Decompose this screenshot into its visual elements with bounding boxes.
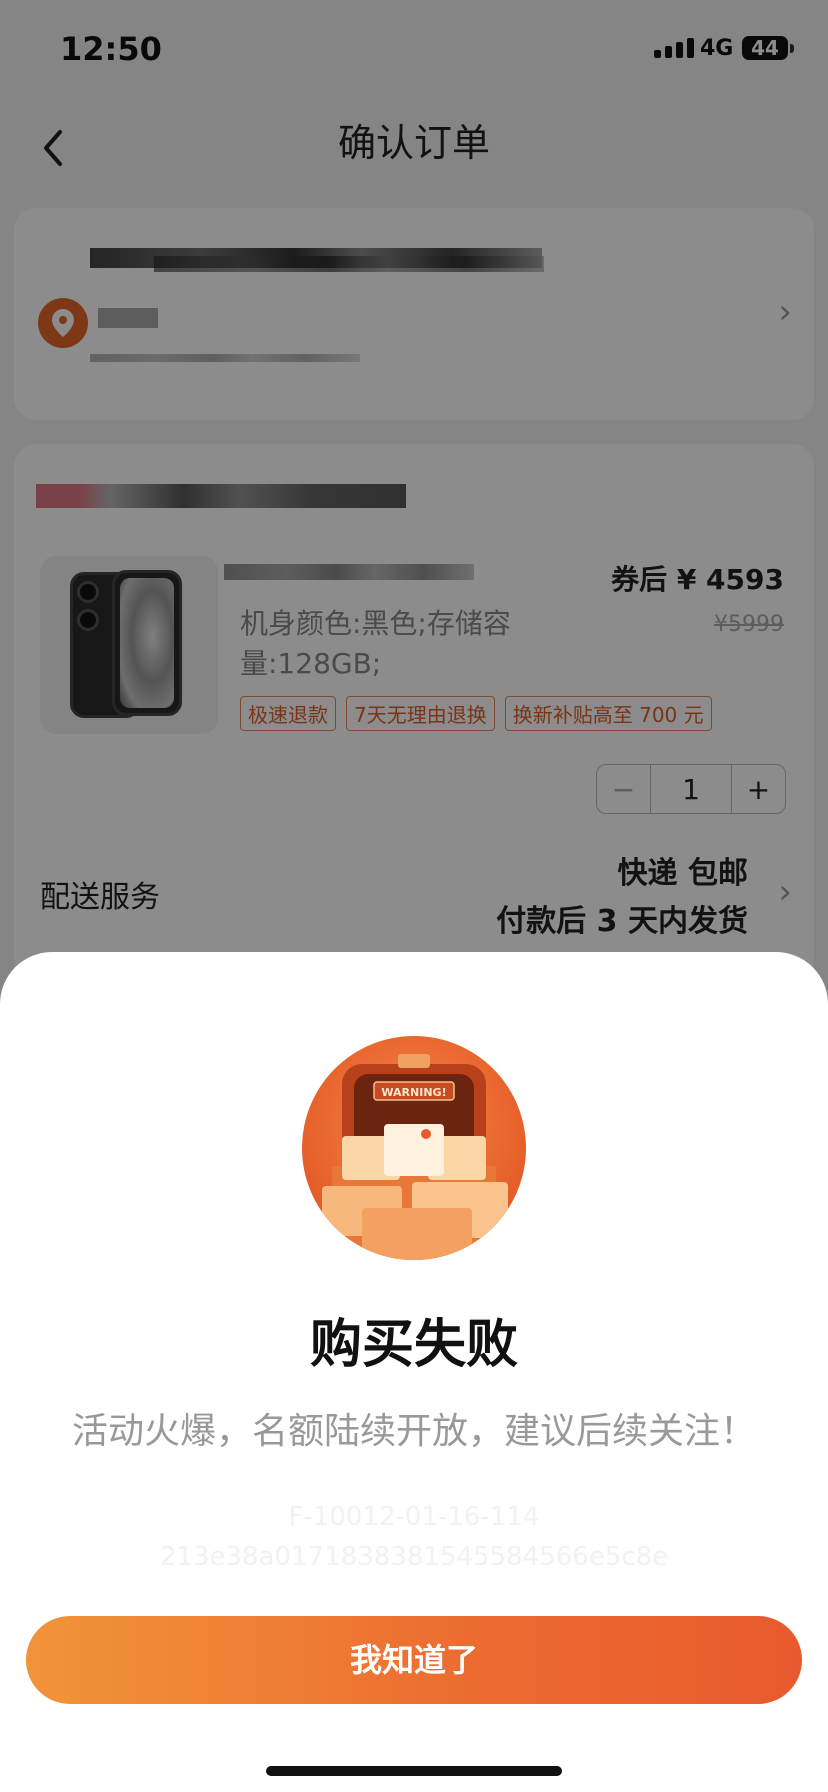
home-indicator[interactable] [266, 1766, 562, 1776]
acknowledge-button[interactable]: 我知道了 [26, 1616, 802, 1704]
warning-text: WARNING! [381, 1086, 446, 1099]
dialog-message: 活动火爆，名额陆续开放，建议后续关注！ [71, 1411, 756, 1452]
trace-id: 213e38a0171838381545584566e5c8e [159, 1542, 669, 1572]
dialog-title: 购买失败 [309, 1315, 518, 1375]
purchase-failed-sheet: WARNING! 购买失败 活动火爆，名额陆续开放，建议后续关注！ F-1001… [0, 952, 828, 1792]
warning-illustration: WARNING! [302, 1036, 526, 1260]
error-code: F-10012-01-16-114 [288, 1502, 540, 1532]
